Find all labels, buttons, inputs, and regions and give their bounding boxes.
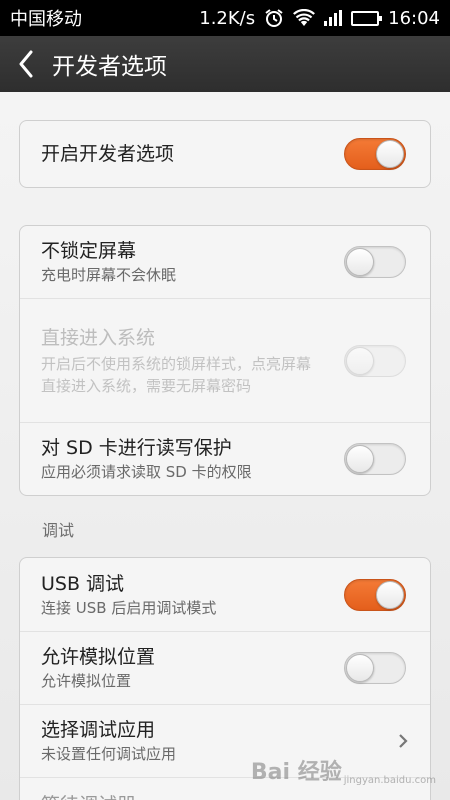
page-title: 开发者选项: [52, 54, 167, 80]
settings-list[interactable]: 开启开发者选项 不锁定屏幕 充电时屏幕不会休眠 直接进入系统 开启后不使用系统的…: [0, 92, 450, 800]
usb-debug-switch[interactable]: [344, 578, 406, 611]
skip-lockscreen-description: 开启后不使用系统的锁屏样式，点亮屏幕直接进入系统，需要无屏幕密码: [41, 354, 312, 395]
watermark-url: jingyan.baidu.com: [343, 775, 436, 786]
mock-location-description: 允许模拟位置: [41, 672, 132, 690]
skip-lockscreen-switch: [344, 344, 406, 377]
wifi-icon: [293, 9, 316, 27]
title-bar: 开发者选项: [0, 36, 450, 92]
usb-debug-description: 连接 USB 后启用调试模式: [41, 598, 217, 617]
section-header-debug: 调试: [42, 521, 75, 540]
network-speed: 1.2K/s: [199, 7, 256, 29]
battery-icon: [351, 10, 383, 26]
back-button[interactable]: [4, 36, 48, 92]
chevron-right-icon: [399, 734, 408, 748]
debug-app-label: 选择调试应用: [41, 719, 156, 741]
stay-awake-label: 不锁定屏幕: [41, 240, 137, 262]
back-arrow-icon: [19, 50, 33, 78]
carrier-name: 中国移动: [10, 9, 82, 30]
signal-icon: [324, 10, 343, 26]
sd-protect-switch[interactable]: [344, 443, 406, 475]
master-toggle-row[interactable]: 开启开发者选项: [20, 121, 430, 187]
status-bar: 中国移动 1.2K/s 16:04: [0, 0, 450, 36]
usb-debug-label: USB 调试: [41, 572, 125, 595]
mock-location-switch[interactable]: [344, 652, 406, 684]
master-toggle-label: 开启开发者选项: [41, 143, 175, 165]
skip-lockscreen-label: 直接进入系统: [41, 326, 156, 349]
usb-debug-row[interactable]: USB 调试 连接 USB 后启用调试模式: [20, 558, 430, 632]
skip-lockscreen-row: 直接进入系统 开启后不使用系统的锁屏样式，点亮屏幕直接进入系统，需要无屏幕密码: [20, 299, 430, 423]
sd-protect-description: 应用必须请求读取 SD 卡的权限: [41, 463, 252, 481]
stay-awake-switch[interactable]: [344, 246, 406, 278]
wait-debugger-label: 等待调试器: [41, 792, 330, 800]
stay-awake-description: 充电时屏幕不会休眠: [41, 266, 177, 284]
mock-location-label: 允许模拟位置: [41, 646, 156, 668]
mock-location-row[interactable]: 允许模拟位置 允许模拟位置: [20, 632, 430, 705]
clock: 16:04: [388, 7, 440, 29]
sd-protect-row[interactable]: 对 SD 卡进行读写保护 应用必须请求读取 SD 卡的权限: [20, 423, 430, 495]
security-card: 不锁定屏幕 充电时屏幕不会休眠 直接进入系统 开启后不使用系统的锁屏样式，点亮屏…: [19, 225, 431, 496]
sd-protect-label: 对 SD 卡进行读写保护: [41, 437, 232, 459]
alarm-icon: [264, 8, 284, 28]
stay-awake-row[interactable]: 不锁定屏幕 充电时屏幕不会休眠: [20, 226, 430, 299]
watermark-text: Bai 经验: [250, 760, 342, 785]
master-toggle-switch[interactable]: [344, 138, 406, 170]
baidu-watermark: Bai 经验 jingyan.baidu.com: [251, 754, 436, 786]
master-card: 开启开发者选项: [19, 120, 431, 188]
